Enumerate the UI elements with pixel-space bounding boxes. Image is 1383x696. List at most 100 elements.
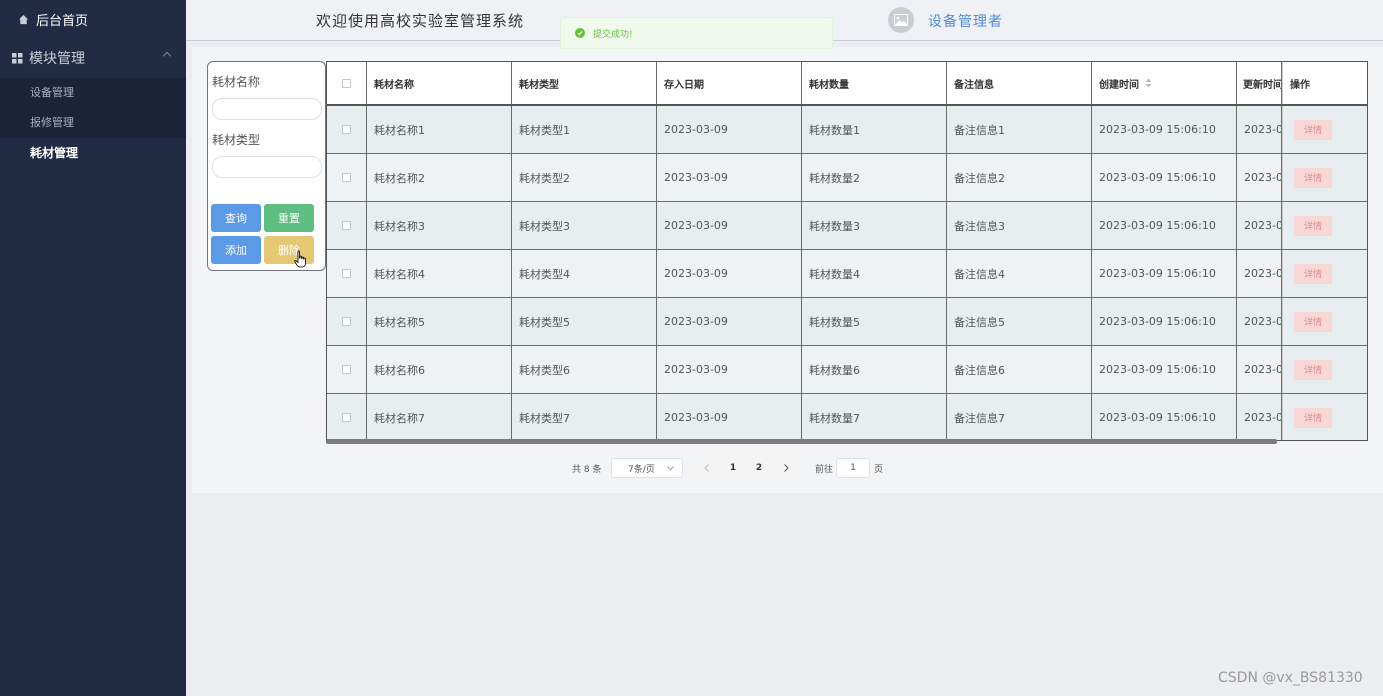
page-title: 欢迎使用高校实验室管理系统 xyxy=(316,12,525,30)
table-cell: 备注信息1 xyxy=(947,106,1092,153)
goto-suffix: 页 xyxy=(874,464,884,475)
chevron-up-icon xyxy=(162,51,172,61)
actions-cell: 详情 xyxy=(1282,346,1367,393)
table-cell: 耗材类型3 xyxy=(512,202,657,249)
reset-button[interactable]: 重置 xyxy=(264,204,314,232)
goto-page-input[interactable]: 1 xyxy=(836,458,870,478)
table-cell: 备注信息2 xyxy=(947,154,1092,201)
query-button[interactable]: 查询 xyxy=(211,204,261,232)
chevron-down-icon xyxy=(667,465,674,471)
toast-message: 提交成功! xyxy=(593,29,633,40)
add-button[interactable]: 添加 xyxy=(211,236,261,264)
sidebar-item-equipment[interactable]: 设备管理 xyxy=(0,78,186,108)
detail-button[interactable]: 详情 xyxy=(1294,311,1332,332)
table-cell: 耗材数量7 xyxy=(802,394,947,440)
watermark: CSDN @vx_BS81330 xyxy=(1218,670,1363,686)
row-checkbox[interactable] xyxy=(342,413,351,422)
sidebar-group-label: 模块管理 xyxy=(29,51,85,67)
actions-cell: 详情 xyxy=(1282,106,1367,153)
sort-icon[interactable] xyxy=(1145,78,1152,88)
check-circle-icon xyxy=(575,28,585,38)
table-cell: 耗材名称6 xyxy=(367,346,512,393)
table-row[interactable]: 耗材名称4 耗材类型4 2023-03-09 耗材数量4 备注信息4 2023-03-09… xyxy=(327,250,1367,298)
row-select-cell xyxy=(327,106,367,153)
pagination-total: 共 8 条 xyxy=(572,464,602,475)
table-cell: 耗材名称7 xyxy=(367,394,512,440)
table-cell: 耗材类型7 xyxy=(512,394,657,440)
username[interactable]: 设备管理者 xyxy=(928,11,1003,31)
select-all-cell xyxy=(327,62,367,104)
table-cell: 2023-03-09 xyxy=(657,106,802,153)
detail-button[interactable]: 详情 xyxy=(1294,359,1332,380)
detail-button[interactable]: 详情 xyxy=(1294,215,1332,236)
detail-button[interactable]: 详情 xyxy=(1294,167,1332,188)
table-cell: 耗材名称4 xyxy=(367,250,512,297)
data-table: 耗材名称 耗材类型 存入日期 耗材数量 备注信息 创建时间 更新时间 操作 耗材… xyxy=(326,61,1368,441)
table-row[interactable]: 耗材名称6 耗材类型6 2023-03-09 耗材数量6 备注信息6 2023-03-09… xyxy=(327,346,1367,394)
prev-page-button[interactable] xyxy=(694,458,718,478)
detail-button[interactable]: 详情 xyxy=(1294,407,1332,428)
row-select-cell xyxy=(327,394,367,440)
table-header: 耗材名称 耗材类型 存入日期 耗材数量 备注信息 创建时间 更新时间 操作 xyxy=(327,62,1367,106)
table-cell: 耗材名称1 xyxy=(367,106,512,153)
table-row[interactable]: 耗材名称3 耗材类型3 2023-03-09 耗材数量3 备注信息3 2023-03-09… xyxy=(327,202,1367,250)
table-cell: 2023-03-09 15:06:10 xyxy=(1092,106,1237,153)
sidebar-item-repair[interactable]: 报修管理 xyxy=(0,108,186,138)
page-size-select[interactable]: 7条/页 xyxy=(611,458,683,478)
page-size-value: 7条/页 xyxy=(628,464,655,475)
table-cell: 耗材类型2 xyxy=(512,154,657,201)
horizontal-scrollbar[interactable] xyxy=(326,439,1277,444)
row-checkbox[interactable] xyxy=(342,269,351,278)
type-label: 耗材类型 xyxy=(212,133,261,147)
row-select-cell xyxy=(327,250,367,297)
table-row[interactable]: 耗材名称7 耗材类型7 2023-03-09 耗材数量7 备注信息7 2023-03-09… xyxy=(327,394,1367,440)
table-cell: 2023-03-09 xyxy=(657,250,802,297)
column-header: 操作 xyxy=(1282,62,1367,104)
name-input[interactable] xyxy=(212,98,322,120)
search-form: 耗材名称 耗材类型 查询 重置 添加 删除 xyxy=(207,61,326,271)
row-checkbox[interactable] xyxy=(342,125,351,134)
column-header: 更新时间 xyxy=(1237,62,1282,104)
next-page-button[interactable] xyxy=(774,458,798,478)
sidebar-item-consumables[interactable]: 耗材管理 xyxy=(0,138,186,168)
column-header-created[interactable]: 创建时间 xyxy=(1092,62,1237,104)
detail-button[interactable]: 详情 xyxy=(1294,263,1332,284)
table-row[interactable]: 耗材名称2 耗材类型2 2023-03-09 耗材数量2 备注信息2 2023-03-09… xyxy=(327,154,1367,202)
table-cell: 2023-03-09 xyxy=(657,394,802,440)
row-checkbox[interactable] xyxy=(342,173,351,182)
row-checkbox[interactable] xyxy=(342,365,351,374)
type-input[interactable] xyxy=(212,156,322,178)
row-select-cell xyxy=(327,202,367,249)
table-cell: 备注信息7 xyxy=(947,394,1092,440)
table-cell: 2023-0 xyxy=(1237,250,1282,297)
sidebar-home[interactable]: 后台首页 xyxy=(0,0,186,38)
page-button-1[interactable]: 1 xyxy=(721,458,745,478)
select-all-checkbox[interactable] xyxy=(342,78,351,88)
table-cell: 备注信息4 xyxy=(947,250,1092,297)
row-checkbox[interactable] xyxy=(342,221,351,230)
table-cell: 耗材名称2 xyxy=(367,154,512,201)
table-cell: 耗材数量4 xyxy=(802,250,947,297)
row-select-cell xyxy=(327,346,367,393)
table-cell: 耗材类型1 xyxy=(512,106,657,153)
table-cell: 2023-03-09 xyxy=(657,346,802,393)
row-checkbox[interactable] xyxy=(342,317,351,326)
avatar[interactable] xyxy=(888,7,914,33)
table-row[interactable]: 耗材名称1 耗材类型1 2023-03-09 耗材数量1 备注信息1 2023-03-09… xyxy=(327,106,1367,154)
table-cell: 耗材类型6 xyxy=(512,346,657,393)
table-row[interactable]: 耗材名称5 耗材类型5 2023-03-09 耗材数量5 备注信息5 2023-03-09… xyxy=(327,298,1367,346)
table-cell: 2023-03-09 15:06:10 xyxy=(1092,250,1237,297)
page-button-2[interactable]: 2 xyxy=(747,458,771,478)
column-header-label: 创建时间 xyxy=(1099,79,1139,91)
sidebar-submenu: 设备管理 报修管理 耗材管理 xyxy=(0,78,186,168)
table-cell: 2023-03-09 xyxy=(657,202,802,249)
detail-button[interactable]: 详情 xyxy=(1294,119,1332,140)
grid-icon xyxy=(12,52,23,63)
actions-cell: 详情 xyxy=(1282,154,1367,201)
table-cell: 备注信息6 xyxy=(947,346,1092,393)
table-cell: 2023-0 xyxy=(1237,202,1282,249)
sidebar-group-modules[interactable]: 模块管理 xyxy=(0,38,186,78)
column-header: 备注信息 xyxy=(947,62,1092,104)
name-label: 耗材名称 xyxy=(212,75,261,89)
table-cell: 2023-03-09 15:06:10 xyxy=(1092,394,1237,440)
